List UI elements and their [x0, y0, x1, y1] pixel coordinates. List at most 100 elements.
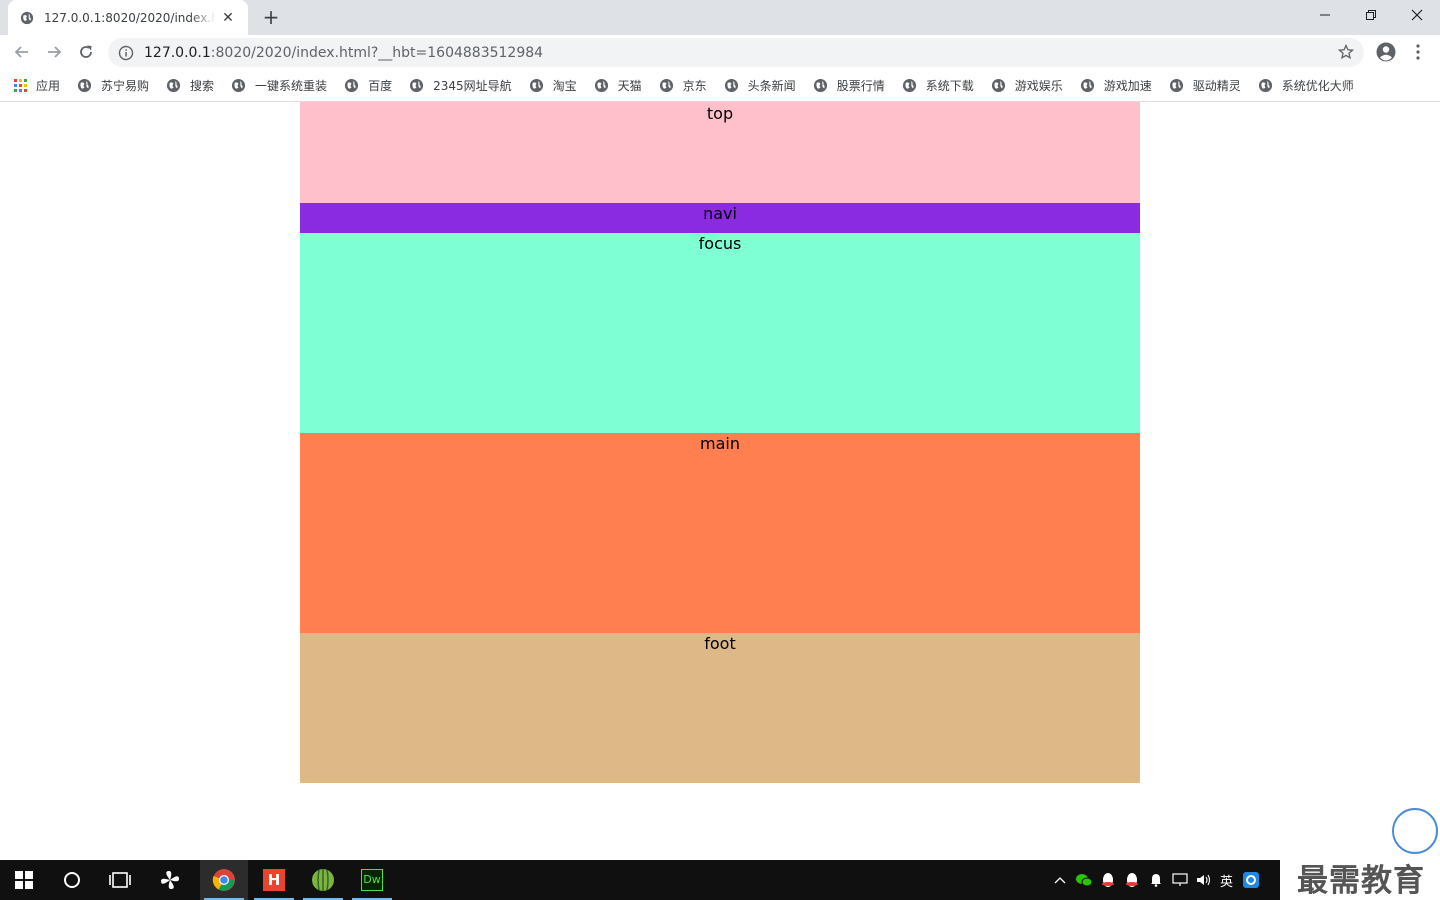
window-close-button[interactable]: [1394, 0, 1440, 30]
layout-container: top navi focus main foot: [300, 102, 1140, 783]
bookmark-item[interactable]: 淘宝: [529, 77, 577, 94]
globe-icon: [77, 78, 92, 93]
bookmark-item[interactable]: 苏宁易购: [77, 77, 149, 94]
bookmark-item[interactable]: 百度: [344, 77, 392, 94]
tab-strip: 127.0.0.1:8020/2020/index.html?__hbt=160…: [0, 0, 1440, 35]
qq-penguin-icon-2[interactable]: [1122, 870, 1142, 890]
bookmark-item[interactable]: 头条新闻: [724, 77, 796, 94]
apps-grid-icon: [14, 79, 27, 92]
globe-icon: [813, 78, 827, 93]
qq-penguin-icon[interactable]: [1098, 870, 1118, 890]
arrow-right-icon: [48, 46, 62, 58]
account-avatar-icon[interactable]: [1375, 41, 1397, 63]
bookmark-label: 百度: [368, 79, 393, 93]
hbuilder-icon: H: [263, 869, 285, 891]
navi-block: navi: [300, 203, 1140, 233]
window-restore-button[interactable]: [1348, 0, 1394, 30]
browser-toolbar: 127.0.0.1:8020/2020/index.html?__hbt=160…: [0, 35, 1440, 70]
new-tab-button[interactable]: +: [258, 4, 284, 30]
wechat-icon[interactable]: [1074, 870, 1094, 890]
back-button[interactable]: [10, 40, 34, 64]
globe-icon: [1169, 78, 1183, 93]
bookmark-item[interactable]: 系统优化大师: [1258, 77, 1354, 94]
globe-icon: [166, 78, 181, 93]
floating-assistant-icon[interactable]: [1392, 808, 1438, 854]
windows-start-icon: [15, 871, 33, 889]
bookmark-star-icon[interactable]: [1338, 44, 1354, 60]
restore-icon: [1366, 10, 1376, 20]
info-icon[interactable]: [118, 45, 134, 61]
bookmark-item[interactable]: 天猫: [594, 77, 642, 94]
taskbar-app-hbuilder[interactable]: H: [250, 860, 298, 900]
globe-icon: [991, 78, 1005, 93]
bookmark-label: 游戏娱乐: [1014, 79, 1063, 93]
focus-block: focus: [300, 233, 1140, 433]
cortana-search-icon: [64, 872, 80, 888]
page-viewport: top navi focus main foot: [0, 102, 1440, 860]
start-button[interactable]: [0, 860, 48, 900]
url-path: :8020/2020/index.html?__hbt=160488351298…: [210, 44, 544, 61]
ime-indicator[interactable]: 英: [1220, 871, 1233, 890]
browser-tab-active[interactable]: 127.0.0.1:8020/2020/index.html?__hbt=160…: [8, 0, 248, 35]
address-bar[interactable]: 127.0.0.1:8020/2020/index.html?__hbt=160…: [108, 38, 1364, 67]
globe-icon: [1258, 78, 1272, 93]
bookmark-item[interactable]: 游戏加速: [1080, 77, 1152, 94]
globe-icon: [345, 78, 359, 93]
bookmark-item[interactable]: 系统下载: [902, 77, 974, 94]
bookmark-item[interactable]: 驱动精灵: [1169, 77, 1241, 94]
main-block: main: [300, 433, 1140, 633]
window-minimize-button[interactable]: [1302, 0, 1348, 30]
bookmark-apps[interactable]: 应用: [14, 77, 60, 94]
url-host: 127.0.0.1: [144, 44, 211, 61]
bookmark-item[interactable]: 2345网址导航: [409, 77, 512, 94]
foot-block: foot: [300, 633, 1140, 783]
taskbar-app-pinwheel[interactable]: [146, 860, 194, 900]
bookmark-label: 苏宁易购: [101, 79, 150, 93]
chevron-up-icon[interactable]: [1050, 870, 1070, 890]
globe-icon: [20, 11, 34, 24]
bookmark-item[interactable]: 京东: [659, 77, 707, 94]
bookmark-label: 京东: [682, 79, 707, 93]
bookmarks-list: 应用 苏宁易购 搜索 一键系统重装 百度 2345网址导航 淘宝 天猫 京东 头条新闻 股票行情 系…: [14, 70, 1371, 101]
notification-bell-icon[interactable]: [1146, 870, 1166, 890]
globe-icon: [410, 78, 424, 93]
globe-icon: [1080, 78, 1094, 93]
dreamweaver-icon: Dw: [361, 869, 383, 891]
bookmark-label: 搜索: [190, 79, 215, 93]
volume-icon[interactable]: [1194, 870, 1214, 890]
taskbar-app-chrome[interactable]: [200, 860, 248, 900]
tab-title: 127.0.0.1:8020/2020/index.html?__hbt=160…: [44, 10, 216, 25]
bookmark-label: 股票行情: [836, 79, 885, 93]
search-button[interactable]: [48, 860, 96, 900]
bookmark-label: 系统优化大师: [1281, 79, 1354, 93]
watermark-logo: 最需教育: [1282, 862, 1440, 900]
qq-browser-icon[interactable]: [1241, 870, 1261, 890]
url-text: 127.0.0.1:8020/2020/index.html?__hbt=160…: [144, 45, 543, 61]
bookmark-item[interactable]: 游戏娱乐: [991, 77, 1063, 94]
taskbar-app-melon[interactable]: [299, 860, 347, 900]
bookmark-label: 2345网址导航: [433, 79, 512, 93]
more-vertical-icon: [1416, 44, 1420, 60]
globe-icon: [902, 78, 916, 93]
bookmark-label: 游戏加速: [1103, 79, 1152, 93]
bookmark-item[interactable]: 股票行情: [813, 77, 885, 94]
bookmark-item[interactable]: 一键系统重装: [231, 77, 327, 94]
reload-icon: [80, 45, 92, 58]
globe-icon: [594, 78, 608, 93]
bookmark-label: 淘宝: [552, 79, 577, 93]
arrow-left-icon: [14, 46, 28, 58]
reload-button[interactable]: [74, 40, 98, 64]
bookmark-item[interactable]: 搜索: [166, 77, 214, 94]
browser-menu-button[interactable]: [1408, 41, 1428, 63]
tab-close-icon[interactable]: ✕: [220, 10, 236, 26]
task-view-button[interactable]: [96, 860, 144, 900]
bookmark-label: 头条新闻: [747, 79, 796, 93]
network-icon[interactable]: [1170, 870, 1190, 890]
forward-button[interactable]: [42, 40, 66, 64]
bookmark-label: 天猫: [617, 79, 642, 93]
melon-app-icon: [312, 869, 334, 891]
windows-taskbar: H Dw 英: [0, 860, 1280, 900]
bookmarks-bar: 应用 苏宁易购 搜索 一键系统重装 百度 2345网址导航 淘宝 天猫 京东 头条新闻 股票行情 系…: [0, 70, 1440, 102]
close-icon: [1411, 9, 1423, 21]
taskbar-app-dreamweaver[interactable]: Dw: [348, 860, 396, 900]
